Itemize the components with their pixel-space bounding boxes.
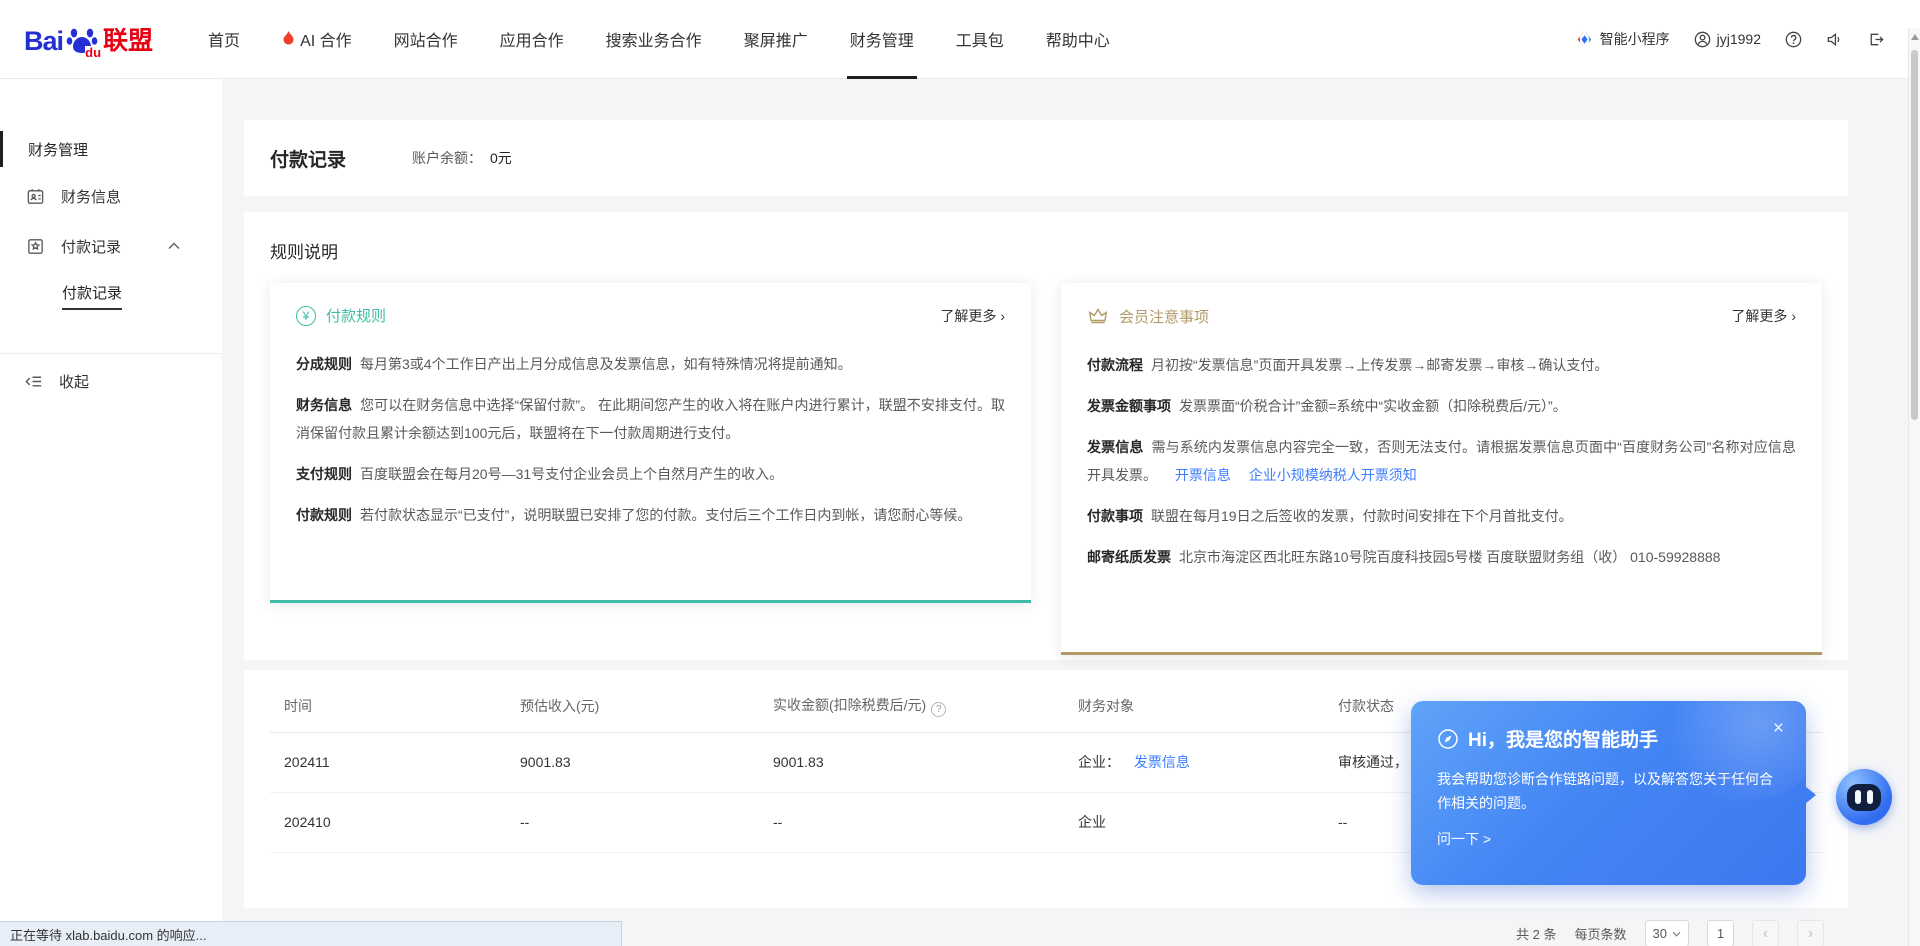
crown-icon [1087,305,1109,327]
window-scrollbar[interactable] [1908,28,1920,946]
main-menu: 首页 AI 合作 网站合作 应用合作 搜索业务合作 聚屏推广 财务管理 工具包 … [187,0,1131,79]
nav-item-toolkit[interactable]: 工具包 [935,0,1025,79]
payment-rules-card-title: 付款规则 [326,305,386,326]
help-icon[interactable] [1785,31,1802,48]
nav-item-website[interactable]: 网站合作 [373,0,479,79]
question-circle-icon[interactable]: ? [931,702,946,717]
chevron-right-icon: › [1000,308,1005,324]
top-nav: Bai du 联盟 首页 AI 合作 网站合作 应用合作 搜索业务合作 聚屏推广… [0,0,1920,79]
logout-icon[interactable] [1867,31,1884,48]
collapse-icon [24,372,43,391]
nav-right: 智能小程序 jyj1992 [1575,29,1884,49]
cell-time: 202411 [270,732,506,792]
close-icon[interactable]: × [1773,719,1784,738]
rules-panel: 规则说明 ¥ 付款规则 了解更多› 分成规则每月第3或4个工作日产出上月分成信息… [244,212,1848,660]
nav-item-finance[interactable]: 财务管理 [829,0,935,79]
coin-icon: ¥ [296,306,316,326]
chevron-up-icon[interactable] [168,242,180,250]
nav-item-app[interactable]: 应用合作 [479,0,585,79]
nav-item-search-biz[interactable]: 搜索业务合作 [585,0,723,79]
next-page-button[interactable]: › [1797,920,1824,946]
nav-item-home[interactable]: 首页 [187,0,261,79]
scrollbar-thumb[interactable] [1911,50,1918,420]
sidebar-subitem-payment-records[interactable]: 付款记录 [0,271,222,321]
sidebar: 财务管理 财务信息 付款记录 付款记录 收起 [0,79,222,946]
cell-received: 9001.83 [759,732,1064,792]
page-title: 付款记录 [270,145,346,172]
per-page-select[interactable]: 30 [1645,920,1689,946]
assistant-message: 我会帮助您诊断合作链路问题，以及解答您关于任何合作相关的问题。 [1437,767,1781,815]
baidu-union-logo[interactable]: Bai du 联盟 [24,21,153,57]
user-icon [1694,31,1711,48]
cell-time: 202410 [270,792,506,852]
assistant-title: Hi，我是您的智能助手 [1468,725,1658,752]
logo-text-du: du [85,46,101,59]
member-notes-card: 会员注意事项 了解更多› 付款流程月初按“发票信息”页面开具发票→上传发票→邮寄… [1061,283,1822,655]
caret-down-icon [1672,931,1681,937]
col-time: 时间 [270,680,506,732]
page-header-panel: 付款记录 账户余额：0元 [244,120,1848,196]
sound-icon[interactable] [1826,31,1843,48]
logo-text-union: 联盟 [103,21,153,57]
col-received-amount: 实收金额(扣除税费后/元)? [759,680,1064,732]
paw-icon: du [65,23,99,57]
invoice-info-link[interactable]: 开票信息 [1175,467,1231,483]
assistant-robot-avatar[interactable] [1836,769,1892,825]
cell-received: -- [759,792,1064,852]
page-number[interactable]: 1 [1707,920,1734,946]
col-finance-target: 财务对象 [1064,680,1324,732]
logo-text-bai: Bai [24,26,63,57]
payment-records-icon [26,237,45,256]
nav-item-screen-promo[interactable]: 聚屏推广 [723,0,829,79]
nav-item-help[interactable]: 帮助中心 [1025,0,1131,79]
small-taxpayer-notice-link[interactable]: 企业小规模纳税人开票须知 [1249,467,1417,483]
sidebar-section-finance[interactable]: 财务管理 [0,127,222,171]
cell-finance-target: 企业： 发票信息 [1064,732,1324,792]
nav-item-ai[interactable]: AI 合作 [261,0,373,79]
miniapp-icon [1575,30,1594,49]
finance-info-icon [26,187,45,206]
total-count: 共 2 条 [1516,924,1556,943]
cell-estimated: -- [506,792,759,852]
prev-page-button[interactable]: ‹ [1752,920,1779,946]
sidebar-collapse-button[interactable]: 收起 [0,354,222,408]
rules-title: 规则说明 [270,238,1822,263]
cell-estimated: 9001.83 [506,732,759,792]
browser-status-bar: 正在等待 xlab.baidu.com 的响应... [0,921,622,946]
assistant-popup: Hi，我是您的智能助手 × 我会帮助您诊断合作链路问题，以及解答您关于任何合作相… [1411,701,1806,885]
sidebar-item-payment-records[interactable]: 付款记录 [0,221,222,271]
chevron-right-icon: › [1791,308,1796,324]
learn-more-link-payment[interactable]: 了解更多› [940,306,1005,326]
invoice-info-cell-link[interactable]: 发票信息 [1134,754,1190,770]
flame-icon [282,31,295,47]
cell-finance-target: 企业 [1064,792,1324,852]
user-account[interactable]: jyj1992 [1694,31,1761,48]
popup-arrow [1805,786,1816,804]
miniapp-entry[interactable]: 智能小程序 [1575,29,1670,49]
account-balance: 账户余额：0元 [412,148,512,168]
sidebar-item-finance-info[interactable]: 财务信息 [0,171,222,221]
ask-now-link[interactable]: 问一下 > [1437,829,1780,849]
balance-value: 0元 [490,150,512,166]
payment-rules-card: ¥ 付款规则 了解更多› 分成规则每月第3或4个工作日产出上月分成信息及发票信息… [270,283,1031,603]
scroll-up-arrow-icon[interactable] [1911,34,1919,40]
status-text: 正在等待 xlab.baidu.com 的响应... [10,925,207,944]
member-notes-card-title: 会员注意事项 [1119,306,1209,327]
robot-face-icon [1847,784,1881,811]
col-estimated-income: 预估收入(元) [506,680,759,732]
per-page-label: 每页条数 [1575,924,1627,943]
learn-more-link-member[interactable]: 了解更多› [1731,306,1796,326]
compass-icon [1437,728,1459,750]
